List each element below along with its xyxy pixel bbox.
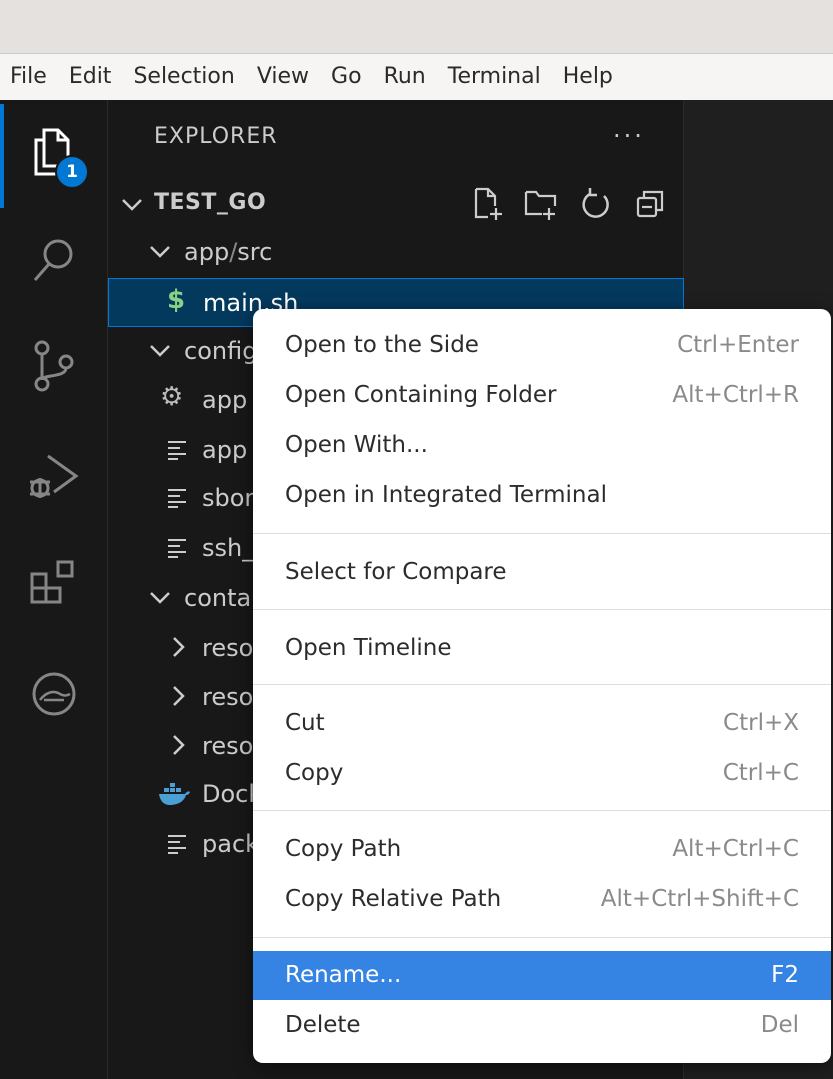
chevron-down-icon (150, 345, 170, 357)
menu-open-to-side[interactable]: Open to the Side Ctrl+Enter (253, 321, 831, 370)
collapse-all-icon[interactable] (632, 186, 668, 222)
menu-help[interactable]: Help (563, 54, 613, 100)
gear-icon: ⚙ (160, 382, 184, 412)
workspace-name: TEST_GO (154, 190, 267, 215)
chevron-down-icon (150, 246, 170, 258)
refresh-icon[interactable] (578, 186, 614, 222)
file-label: app (202, 386, 248, 414)
chevron-down-icon (122, 199, 142, 211)
folder-label: app (184, 238, 230, 266)
more-actions-icon[interactable]: ··· (613, 122, 645, 150)
menu-bar: File Edit Selection View Go Run Terminal… (0, 54, 833, 100)
sidebar-title: EXPLORER (154, 124, 278, 149)
remote-explorer-icon (32, 672, 76, 716)
context-menu: Open to the Side Ctrl+Enter Open Contain… (253, 309, 831, 1063)
activity-remote[interactable] (22, 662, 86, 726)
active-indicator (0, 104, 4, 208)
window-titlebar (0, 0, 833, 54)
menu-selection[interactable]: Selection (133, 54, 234, 100)
menu-go[interactable]: Go (331, 54, 362, 100)
chevron-right-icon (173, 735, 185, 755)
chevron-right-icon (173, 637, 185, 657)
menu-open-timeline[interactable]: Open Timeline (253, 624, 831, 673)
menu-delete[interactable]: Delete Del (253, 1001, 831, 1050)
menu-run[interactable]: Run (384, 54, 426, 100)
file-label: app (202, 436, 248, 464)
menu-copy-relative-path[interactable]: Copy Relative Path Alt+Ctrl+Shift+C (253, 875, 831, 924)
text-file-icon (168, 835, 186, 854)
folder-label: reso (202, 634, 254, 662)
search-icon (33, 239, 73, 281)
menu-copy-path[interactable]: Copy Path Alt+Ctrl+C (253, 825, 831, 874)
text-file-icon (168, 441, 186, 460)
menu-view[interactable]: View (257, 54, 309, 100)
menu-open-in-terminal[interactable]: Open in Integrated Terminal (253, 471, 831, 520)
run-debug-icon (30, 454, 79, 498)
menu-file[interactable]: File (10, 54, 47, 100)
menu-separator (253, 609, 831, 610)
folder-label: config (184, 337, 258, 365)
file-label: pack (202, 830, 260, 858)
extensions-icon (30, 560, 74, 604)
source-control-icon (34, 340, 74, 392)
activity-source-control[interactable] (22, 334, 86, 398)
new-folder-icon[interactable] (523, 186, 559, 222)
menu-separator (253, 684, 831, 685)
menu-copy[interactable]: Copy Ctrl+C (253, 749, 831, 798)
text-file-icon (168, 539, 186, 558)
menu-rename[interactable]: Rename... F2 (253, 951, 831, 1000)
menu-separator (253, 810, 831, 811)
activity-extensions[interactable] (22, 552, 86, 616)
explorer-badge: 1 (55, 155, 89, 189)
menu-select-for-compare[interactable]: Select for Compare (253, 548, 831, 597)
tree-folder-app-src[interactable]: app/src (108, 228, 684, 277)
folder-label: src (237, 238, 273, 266)
folder-label: reso (202, 683, 254, 711)
shell-script-icon: $ (167, 285, 186, 315)
menu-separator (253, 937, 831, 938)
activity-run-debug[interactable] (22, 444, 86, 508)
menu-cut[interactable]: Cut Ctrl+X (253, 699, 831, 748)
docker-icon (159, 783, 190, 805)
folder-label: reso (202, 732, 254, 760)
file-label: ssh_ (202, 534, 255, 562)
activity-search[interactable] (22, 228, 86, 292)
text-file-icon (168, 489, 186, 508)
menu-edit[interactable]: Edit (69, 54, 112, 100)
new-file-icon[interactable] (470, 186, 506, 222)
menu-open-with[interactable]: Open With... (253, 421, 831, 470)
menu-open-containing-folder[interactable]: Open Containing Folder Alt+Ctrl+R (253, 371, 831, 420)
menu-separator (253, 533, 831, 534)
menu-terminal[interactable]: Terminal (448, 54, 541, 100)
chevron-down-icon (150, 592, 170, 604)
activity-bar: 1 (0, 100, 108, 1079)
chevron-right-icon (173, 686, 185, 706)
